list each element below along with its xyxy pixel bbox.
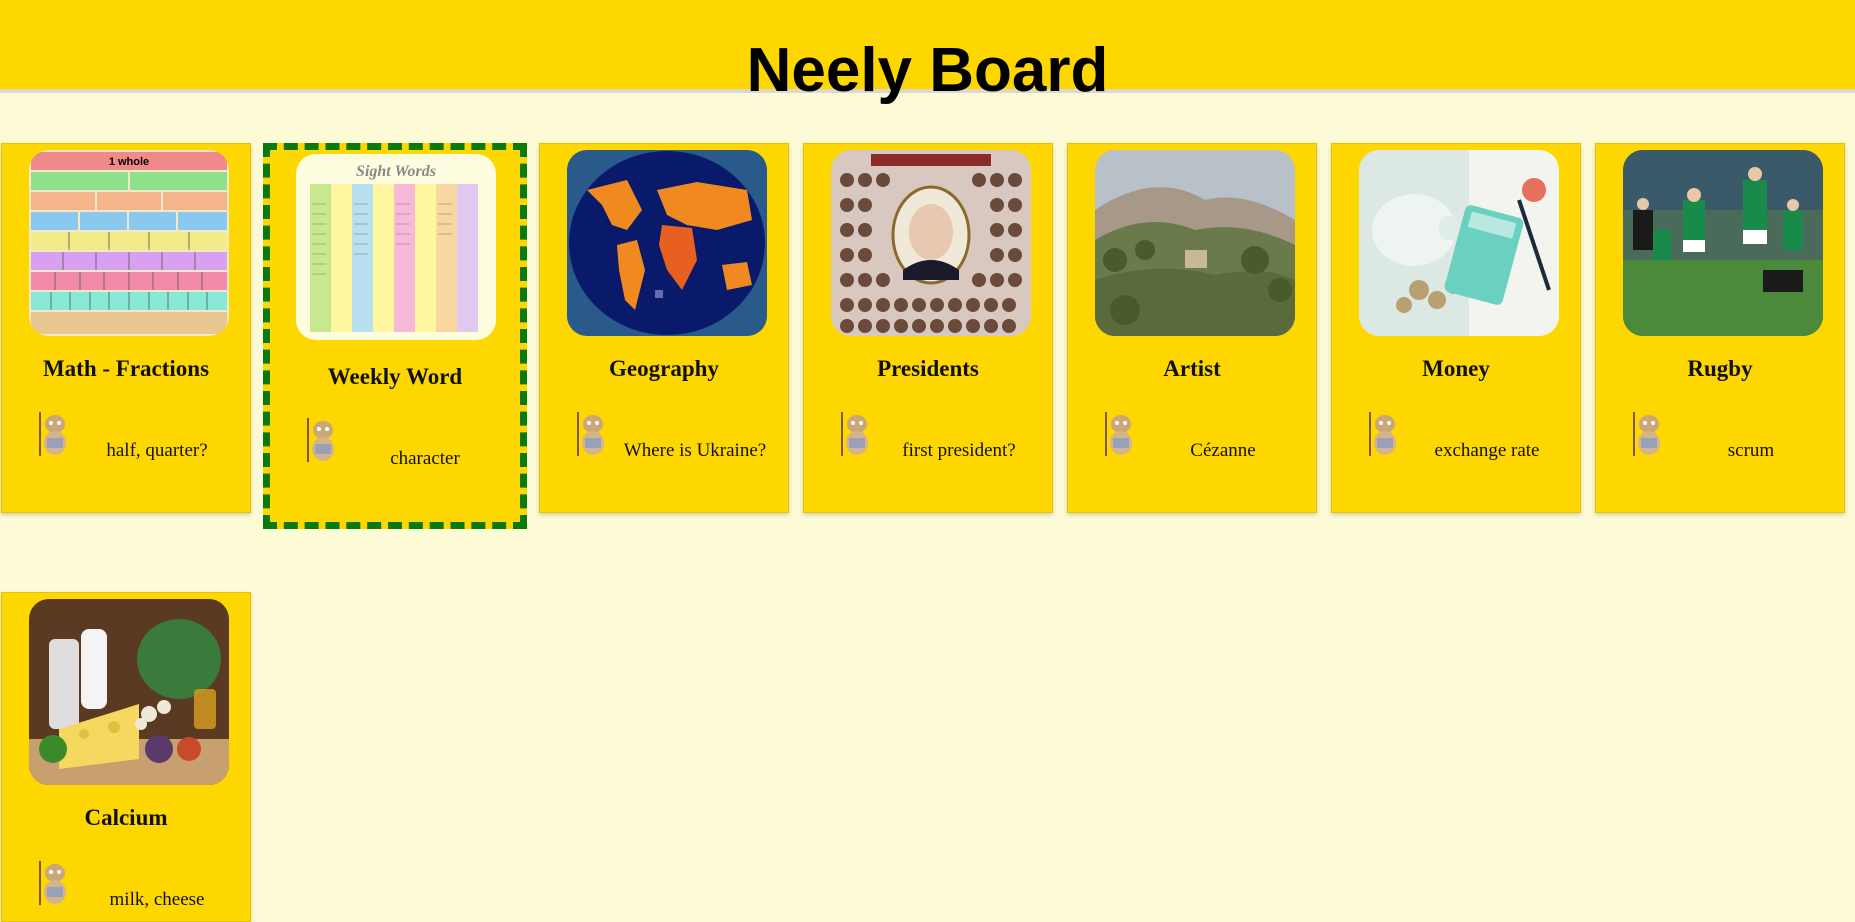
mascot-icon bbox=[1633, 412, 1660, 456]
card-title: Money bbox=[1422, 356, 1490, 381]
card-note: Cézanne bbox=[1190, 440, 1256, 461]
piggy-bank-calculator-image bbox=[1359, 150, 1559, 336]
card-note: scrum bbox=[1727, 440, 1775, 461]
dairy-vegetables-image bbox=[29, 599, 229, 785]
card-title: Presidents bbox=[877, 356, 979, 381]
svg-text:Sight Words: Sight Words bbox=[356, 163, 436, 180]
card-title: Math - Fractions bbox=[42, 356, 210, 381]
card-note: Where is Ukraine? bbox=[623, 440, 767, 461]
fraction-chart-image: 1 whole bbox=[29, 150, 229, 336]
svg-text:1 whole: 1 whole bbox=[109, 156, 149, 168]
card-money[interactable]: Money exchange rate bbox=[1331, 143, 1581, 513]
card-note: first president? bbox=[902, 440, 1016, 461]
card-title: Weekly Word bbox=[327, 364, 463, 389]
card-note: half, quarter? bbox=[106, 440, 208, 461]
card-calcium[interactable]: Calcium milk, cheese bbox=[1, 592, 251, 922]
card-math-fractions[interactable]: 1 whole Math - Fractions half, quarter? bbox=[1, 143, 251, 513]
mascot-icon bbox=[307, 418, 334, 462]
card-presidents[interactable]: Presidents first president? bbox=[803, 143, 1053, 513]
page-header: Neely Board bbox=[0, 0, 1855, 105]
sight-words-chart-image: Sight Words bbox=[296, 154, 496, 340]
page-title: Neely Board bbox=[746, 36, 1109, 105]
mascot-icon bbox=[577, 412, 604, 456]
mascot-icon bbox=[1369, 412, 1396, 456]
card-weekly-word[interactable]: Sight Words Weekly Word character bbox=[263, 143, 527, 529]
card-note: character bbox=[390, 448, 460, 469]
mascot-icon bbox=[39, 412, 66, 456]
card-title: Rugby bbox=[1687, 356, 1753, 381]
mascot-icon bbox=[1105, 412, 1132, 456]
rugby-match-image bbox=[1623, 150, 1823, 336]
card-geography[interactable]: Geography Where is Ukraine? bbox=[539, 143, 789, 513]
landscape-painting-image bbox=[1095, 150, 1295, 336]
card-title: Calcium bbox=[84, 805, 168, 830]
card-note: exchange rate bbox=[1434, 440, 1540, 461]
card-title: Artist bbox=[1163, 356, 1221, 381]
mascot-icon bbox=[841, 412, 868, 456]
card-title: Geography bbox=[609, 356, 719, 381]
card-rugby[interactable]: Rugby scrum bbox=[1595, 143, 1845, 513]
card-note: milk, cheese bbox=[109, 889, 205, 910]
world-map-image bbox=[567, 150, 767, 336]
card-artist[interactable]: Artist Cézanne bbox=[1067, 143, 1317, 513]
mascot-icon bbox=[39, 861, 66, 905]
presidents-poster-image bbox=[831, 150, 1031, 336]
